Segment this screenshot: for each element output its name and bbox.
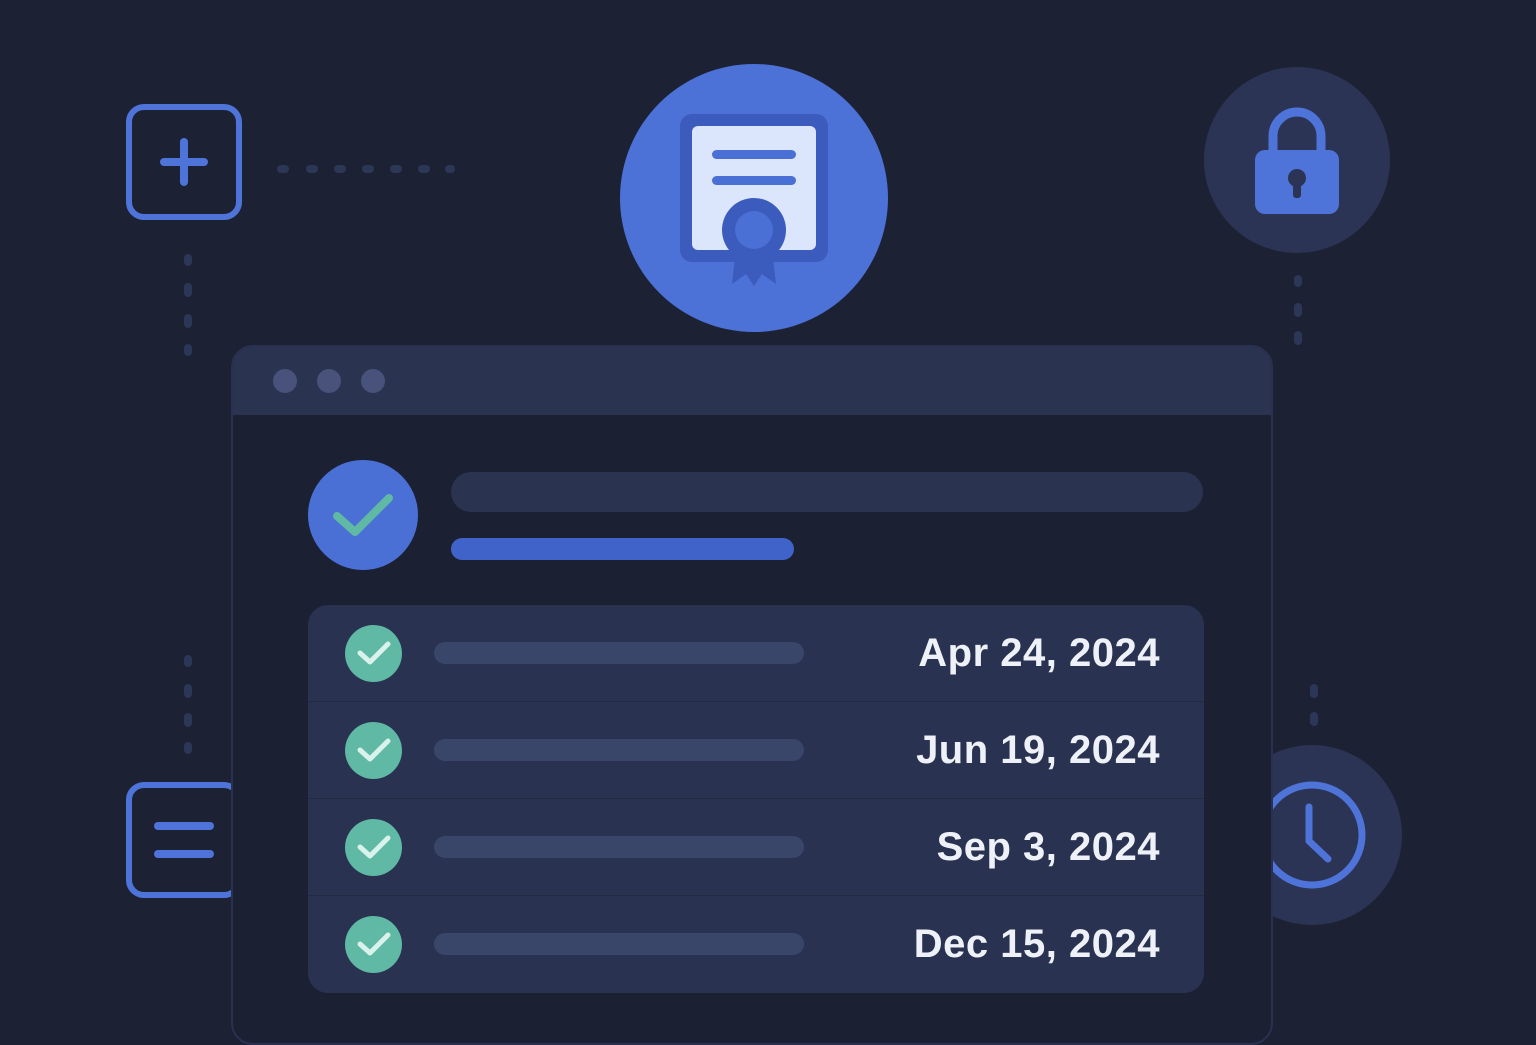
window-control-minimize[interactable] [317,369,341,393]
list-item[interactable]: Jun 19, 2024 [308,702,1204,799]
plus-icon [160,138,208,186]
check-icon [357,835,390,859]
row-label-placeholder [434,836,804,858]
menu-lines-icon [154,822,214,858]
row-label-placeholder [434,642,804,664]
row-status-badge [345,721,402,779]
row-status-badge [345,818,402,876]
row-label-placeholder [434,739,804,761]
check-icon [357,641,390,665]
lock-icon [1255,107,1339,214]
record-list: Apr 24, 2024 Jun 19, 2024 Sep 3, 2024 De… [308,605,1204,993]
row-status-badge [345,624,402,682]
row-date: Jun 19, 2024 [916,727,1160,772]
certificate-badge [620,64,888,332]
list-item[interactable]: Apr 24, 2024 [308,605,1204,702]
add-button[interactable] [126,104,242,220]
certificate-icon [680,114,828,286]
window-titlebar [233,347,1271,415]
window-control-close[interactable] [273,369,297,393]
row-status-badge [345,915,402,973]
window-control-maximize[interactable] [361,369,385,393]
check-icon [333,494,393,536]
header-progress-bar [451,538,794,560]
row-date: Apr 24, 2024 [918,630,1160,675]
lock-badge [1204,67,1390,253]
row-date: Sep 3, 2024 [936,824,1160,869]
row-label-placeholder [434,933,804,955]
check-icon [357,932,390,956]
header-title-placeholder [451,472,1203,512]
list-item[interactable]: Dec 15, 2024 [308,896,1204,992]
list-button[interactable] [126,782,242,898]
header-status-badge [308,460,418,570]
row-date: Dec 15, 2024 [913,921,1160,966]
list-item[interactable]: Sep 3, 2024 [308,799,1204,896]
check-icon [357,738,390,762]
